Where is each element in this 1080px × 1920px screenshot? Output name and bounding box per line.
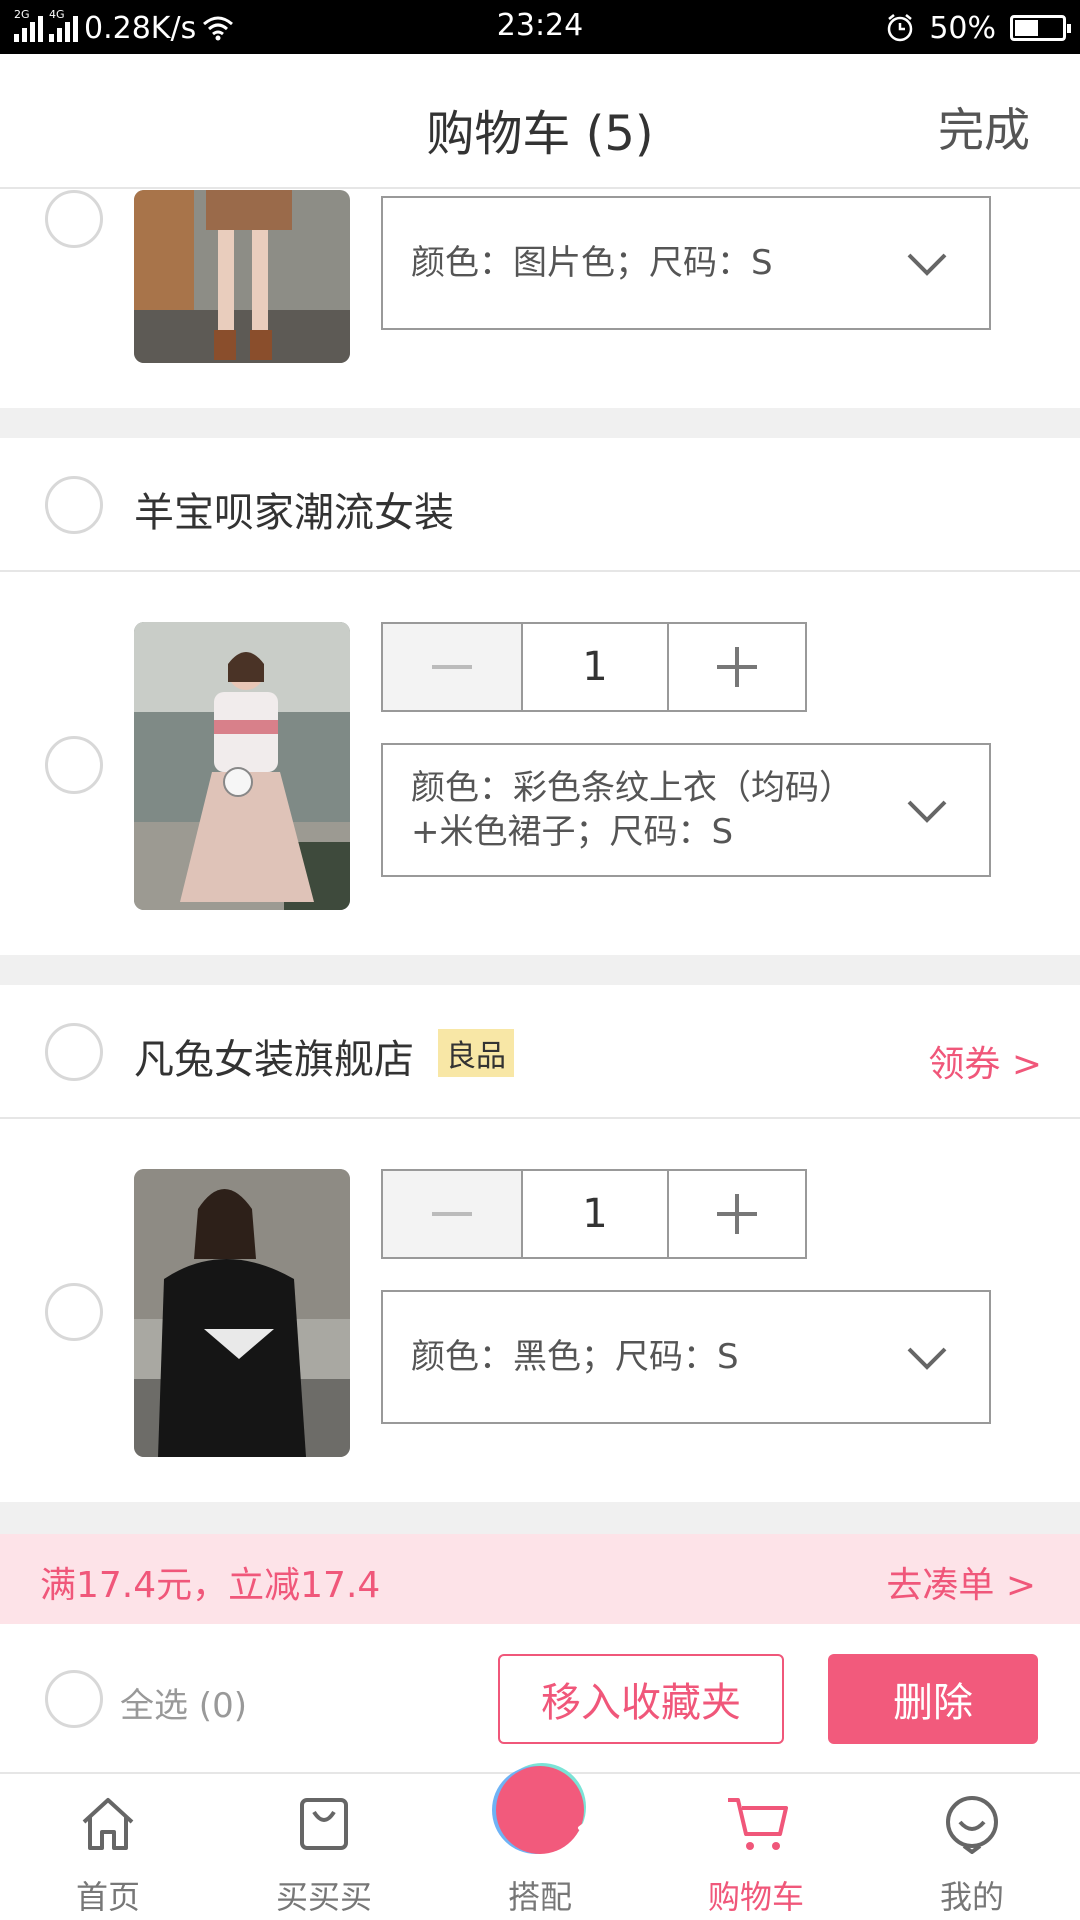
tab-label: 买买买: [275, 1878, 372, 1916]
minus-icon: [432, 665, 472, 669]
spec-text: 颜色：图片色；尺码：S: [411, 243, 773, 283]
chevron-down-icon: [907, 253, 947, 276]
minus-icon: [432, 1212, 472, 1216]
cart-action-bar: 全选 (0) 移入收藏夹 删除: [0, 1624, 1080, 1774]
select-all-label[interactable]: 全选 (0): [120, 1678, 247, 1727]
select-all-checkbox[interactable]: [45, 1670, 103, 1728]
spec-selector[interactable]: 颜色：黑色；尺码：S: [381, 1290, 991, 1424]
product-image[interactable]: [134, 1169, 350, 1457]
increase-button[interactable]: [669, 1171, 805, 1257]
status-bar: 2G 4G 0.28K/s 23:24 50%: [0, 0, 1080, 54]
section-divider: [0, 408, 1080, 438]
tab-profile[interactable]: 我的: [864, 1776, 1080, 1920]
promo-text: 满17.4元，立减17.4: [40, 1565, 381, 1606]
promo-banner: 满17.4元，立减17.4 去凑单 >: [0, 1534, 1080, 1624]
tab-label: 购物车: [707, 1878, 804, 1916]
section-divider: [0, 1502, 1080, 1534]
tab-label: 搭配: [507, 1878, 572, 1916]
plus-icon: [717, 1194, 757, 1234]
spec-text: 颜色：彩色条纹上衣（均码）+米色裙子；尺码：S: [411, 768, 853, 852]
tab-outfit[interactable]: 搭配: [432, 1766, 648, 1920]
tab-label: 首页: [75, 1878, 140, 1916]
battery-icon: [1010, 15, 1071, 41]
bottom-tab-bar: 首页 买买买 搭配 购物车 我的: [0, 1766, 1080, 1920]
home-icon: [82, 1798, 134, 1850]
product-image[interactable]: [134, 190, 350, 363]
decrease-button[interactable]: [383, 1171, 523, 1257]
increase-button[interactable]: [669, 624, 805, 710]
chevron-down-icon: [907, 1347, 947, 1370]
plus-icon: [717, 647, 757, 687]
smiley-profile-icon: [946, 1796, 998, 1854]
spec-text: 颜色：黑色；尺码：S: [411, 1337, 739, 1377]
decrease-button[interactable]: [383, 624, 523, 710]
outfit-fab: [496, 1766, 630, 1854]
spec-selector[interactable]: 颜色：图片色；尺码：S: [381, 196, 991, 330]
item-checkbox[interactable]: [45, 190, 103, 248]
quality-badge: 良品: [438, 1029, 514, 1077]
chevron-down-icon: [907, 800, 947, 823]
battery-level: [1015, 20, 1038, 36]
quantity-value[interactable]: 1: [523, 1171, 669, 1257]
shop-checkbox[interactable]: [45, 1023, 103, 1081]
item-checkbox[interactable]: [45, 736, 103, 794]
add-on-link[interactable]: 去凑单 >: [886, 1556, 1036, 1608]
shop-header: 羊宝呗家潮流女装: [0, 438, 1080, 572]
shop-name[interactable]: 羊宝呗家潮流女装: [134, 480, 454, 538]
item-checkbox[interactable]: [45, 1283, 103, 1341]
get-coupon-link[interactable]: 领券 >: [928, 1035, 1042, 1087]
done-button[interactable]: 完成: [938, 94, 1030, 160]
move-to-favorites-button[interactable]: 移入收藏夹: [498, 1654, 784, 1744]
quantity-stepper[interactable]: 1: [381, 1169, 807, 1259]
page-title: 购物车 (5): [426, 106, 654, 162]
product-image[interactable]: [134, 622, 350, 910]
hanger-icon: [578, 1791, 630, 1830]
alarm-icon: [888, 14, 913, 42]
shop-name[interactable]: 凡兔女装旗舰店: [134, 1027, 414, 1085]
battery-percent: 50%: [929, 10, 996, 46]
tab-shop[interactable]: 买买买: [216, 1776, 432, 1920]
delete-button[interactable]: 删除: [828, 1654, 1038, 1744]
tab-label: 我的: [939, 1878, 1004, 1916]
shopping-cart-icon: [728, 1798, 788, 1850]
section-divider: [0, 955, 1080, 985]
tab-home[interactable]: 首页: [0, 1776, 216, 1920]
quantity-value[interactable]: 1: [523, 624, 669, 710]
tab-cart[interactable]: 购物车: [648, 1776, 864, 1920]
shopping-bag-icon: [300, 1798, 348, 1850]
quantity-stepper[interactable]: 1: [381, 622, 807, 712]
shop-checkbox[interactable]: [45, 476, 103, 534]
shop-header: 凡兔女装旗舰店 良品 领券 >: [0, 985, 1080, 1119]
page-header: 购物车 (5) 完成: [0, 54, 1080, 189]
spec-selector[interactable]: 颜色：彩色条纹上衣（均码）+米色裙子；尺码：S: [381, 743, 991, 877]
